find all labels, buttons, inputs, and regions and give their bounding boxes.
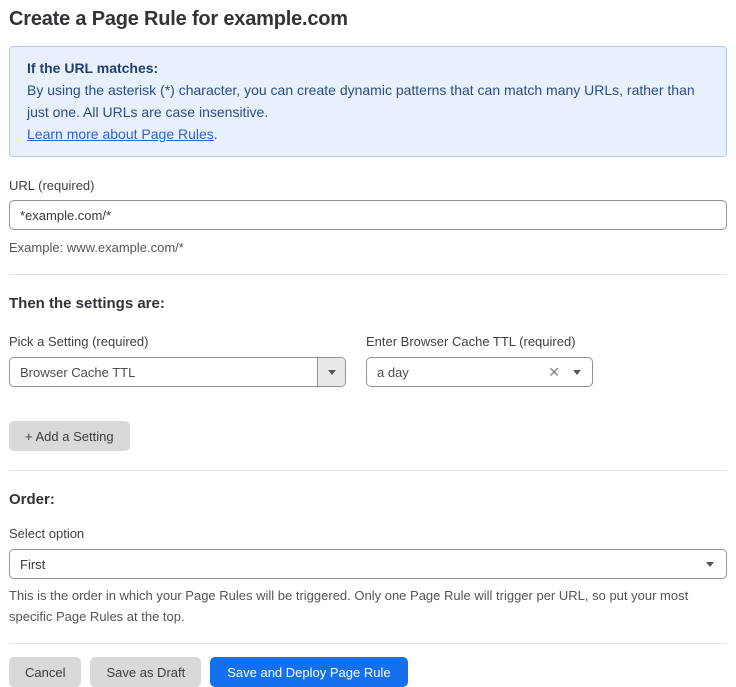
ttl-value: a day: [367, 365, 548, 380]
pick-setting-dropdown-button[interactable]: [317, 358, 345, 386]
order-select[interactable]: First: [9, 549, 727, 579]
info-box-heading: If the URL matches:: [27, 57, 709, 79]
order-heading: Order:: [9, 491, 727, 508]
order-helper-text: This is the order in which your Page Rul…: [9, 585, 728, 627]
pick-setting-select[interactable]: Browser Cache TTL: [9, 357, 346, 387]
ttl-select-icons: ✕: [548, 365, 592, 379]
section-divider: [9, 470, 727, 471]
clear-icon[interactable]: ✕: [548, 365, 560, 379]
caret-down-icon: [706, 562, 714, 567]
footer-actions: Cancel Save as Draft Save and Deploy Pag…: [9, 657, 727, 687]
save-deploy-button[interactable]: Save and Deploy Page Rule: [210, 657, 407, 687]
save-draft-button[interactable]: Save as Draft: [90, 657, 201, 687]
footer-divider: [9, 643, 727, 644]
settings-row: Pick a Setting (required) Browser Cache …: [9, 334, 727, 387]
pick-setting-label: Pick a Setting (required): [9, 334, 346, 349]
pick-setting-field: Pick a Setting (required) Browser Cache …: [9, 334, 346, 387]
settings-heading: Then the settings are:: [9, 295, 727, 312]
order-select-label: Select option: [9, 526, 727, 541]
url-label: URL (required): [9, 178, 727, 193]
info-box-body: By using the asterisk (*) character, you…: [27, 79, 709, 123]
ttl-label: Enter Browser Cache TTL (required): [366, 334, 593, 349]
url-input[interactable]: [9, 200, 727, 230]
create-page-rule-form: Create a Page Rule for example.com If th…: [9, 8, 727, 687]
section-divider: [9, 274, 727, 275]
learn-more-link[interactable]: Learn more about Page Rules: [27, 126, 214, 142]
add-setting-button[interactable]: + Add a Setting: [9, 421, 130, 451]
info-box-link-line: Learn more about Page Rules.: [27, 123, 709, 145]
order-value: First: [10, 557, 706, 572]
caret-down-icon[interactable]: [573, 370, 581, 375]
page-title: Create a Page Rule for example.com: [9, 8, 727, 31]
url-match-info-box: If the URL matches: By using the asteris…: [9, 46, 727, 157]
pick-setting-value: Browser Cache TTL: [10, 365, 317, 380]
url-helper-text: Example: www.example.com/*: [9, 237, 727, 258]
ttl-select[interactable]: a day ✕: [366, 357, 593, 387]
cancel-button[interactable]: Cancel: [9, 657, 81, 687]
ttl-field: Enter Browser Cache TTL (required) a day…: [366, 334, 593, 387]
link-period: .: [214, 126, 218, 142]
caret-down-icon: [328, 370, 336, 375]
